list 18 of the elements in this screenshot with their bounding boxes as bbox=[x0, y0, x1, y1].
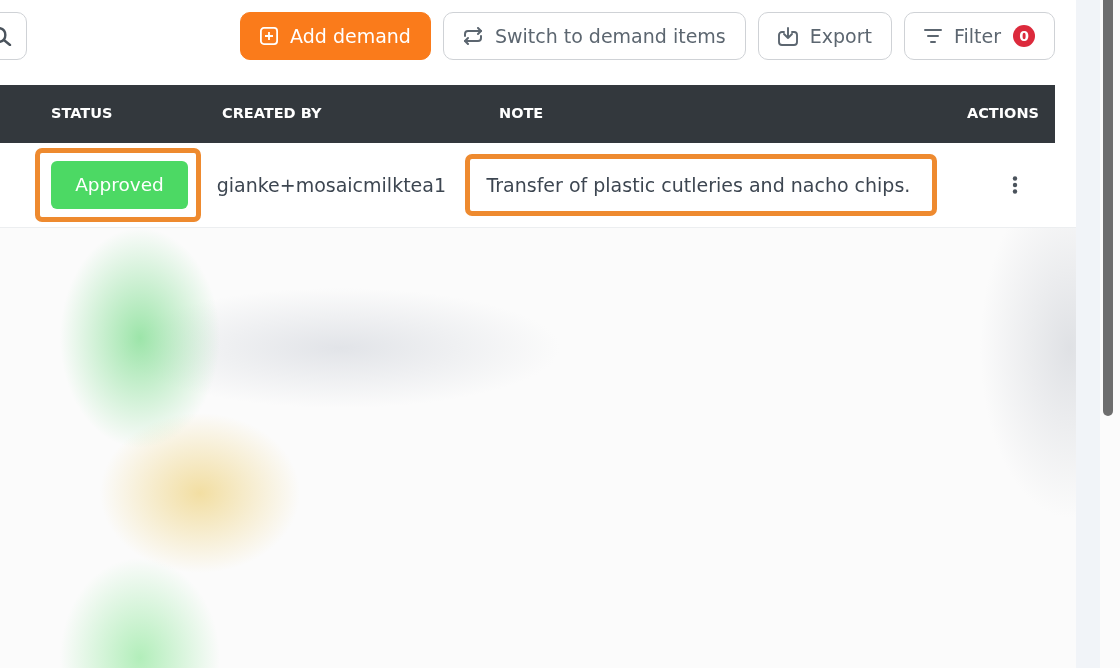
column-header: ACTIONS bbox=[965, 104, 1040, 124]
column-header: STATUS bbox=[50, 104, 114, 124]
download-icon bbox=[777, 26, 798, 46]
more-icon[interactable] bbox=[1012, 176, 1018, 194]
search-icon bbox=[0, 26, 12, 46]
export-button[interactable]: Export bbox=[757, 12, 892, 60]
switch-button[interactable]: Switch to demand items bbox=[442, 12, 746, 60]
column-header: NOTE bbox=[498, 104, 545, 124]
plus-square-icon bbox=[260, 27, 279, 45]
filter-icon bbox=[923, 29, 942, 43]
scrollbar[interactable] bbox=[1100, 0, 1120, 668]
filter-button[interactable]: Filter 0 bbox=[903, 12, 1055, 60]
status-badge: Approved bbox=[51, 161, 188, 209]
column-header: CREATED BY bbox=[222, 104, 323, 124]
swap-arrows-icon bbox=[462, 27, 483, 45]
creator-text: gianke+mosaicmilktea1 bbox=[216, 172, 446, 198]
filter-count: 0 bbox=[1013, 25, 1035, 47]
note-text: Transfer of plastic cutleries and nacho chips. bbox=[486, 173, 911, 196]
